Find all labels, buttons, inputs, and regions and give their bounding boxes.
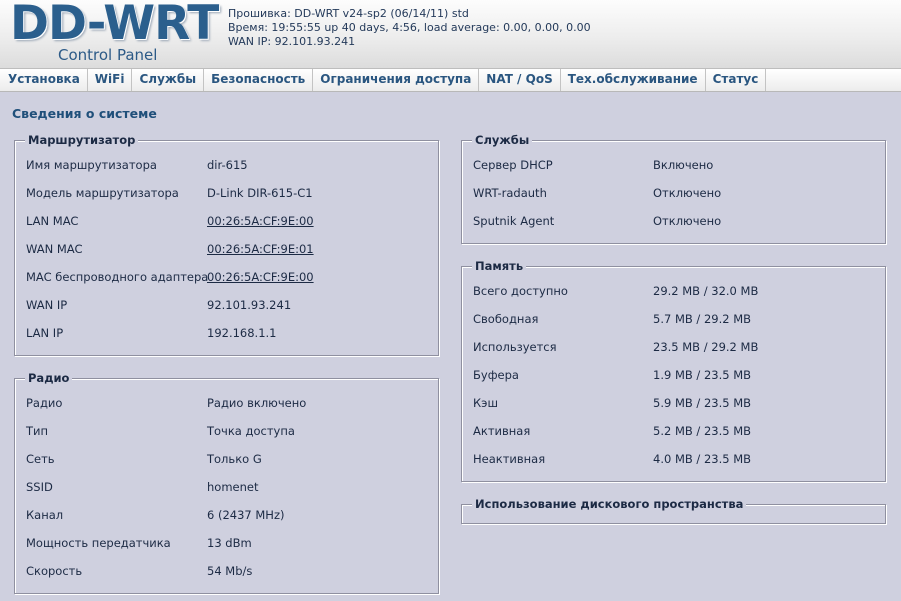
mem-buffers-value: 1.9 MB / 23.5 MB [653, 368, 752, 382]
radio-network-label: Сеть [26, 452, 55, 466]
radio-legend: Радио [25, 371, 73, 385]
router-model-label: Модель маршрутизатора [26, 186, 179, 200]
dhcp-label: Сервер DHCP [473, 158, 553, 172]
tab-setup[interactable]: Установка [0, 69, 88, 91]
tab-nat-qos[interactable]: NAT / QoS [479, 69, 561, 91]
services-fieldset: Службы Сервер DHCP Включено WRT-radauth … [461, 133, 886, 244]
channel-label: Канал [26, 508, 64, 522]
tab-administration[interactable]: Тех.обслуживание [561, 69, 706, 91]
dhcp-value: Включено [653, 158, 714, 172]
router-model-value: D-Link DIR-615-C1 [207, 186, 313, 200]
wireless-mac-link[interactable]: 00:26:5A:CF:9E:00 [207, 269, 314, 285]
mem-cache-value: 5.9 MB / 23.5 MB [653, 396, 752, 410]
tx-power-value: 13 dBm [207, 536, 252, 550]
router-fieldset: Маршрутизатор Имя маршрутизатора dir-615… [14, 133, 439, 356]
mem-active-value: 5.2 MB / 23.5 MB [653, 424, 752, 438]
mem-used-value: 23.5 MB / 29.2 MB [653, 340, 759, 354]
radio-fieldset: Радио Радио Радио включено Тип Точка дос… [14, 371, 439, 594]
tab-security[interactable]: Безопасность [204, 69, 314, 91]
sputnik-label: Sputnik Agent [473, 214, 555, 228]
sputnik-value: Отключено [653, 214, 722, 228]
disk-usage-legend: Использование дискового пространства [472, 497, 747, 511]
wan-mac-label: WAN MAC [26, 242, 83, 256]
mem-inactive-label: Неактивная [473, 452, 546, 466]
mem-free-label: Свободная [473, 312, 539, 326]
dd-wrt-logo: DD-WRT [10, 0, 219, 51]
mem-used-label: Используется [473, 340, 557, 354]
memory-legend: Память [472, 259, 527, 273]
radio-state-label: Радио [26, 396, 63, 410]
ssid-label: SSID [26, 480, 53, 494]
logo-subtitle: Control Panel [58, 46, 158, 64]
memory-fieldset: Память Всего доступно 29.2 MB / 32.0 MB … [461, 259, 886, 482]
mem-buffers-label: Буфера [473, 368, 519, 382]
mem-free-value: 5.7 MB / 29.2 MB [653, 312, 752, 326]
system-info: Прошивка: DD-WRT v24-sp2 (06/14/11) std … [228, 7, 591, 49]
router-name-label: Имя маршрутизатора [26, 158, 157, 172]
tab-status[interactable]: Статус [706, 69, 767, 91]
wan-ip-info: WAN IP: 92.101.93.241 [228, 35, 356, 48]
radio-state-value: Радио включено [207, 396, 307, 410]
radio-type-label: Тип [26, 424, 49, 438]
lan-ip-label: LAN IP [26, 326, 64, 340]
mem-total-value: 29.2 MB / 32.0 MB [653, 284, 759, 298]
tab-access-restrictions[interactable]: Ограничения доступа [313, 69, 480, 91]
router-name-value: dir-615 [207, 158, 248, 172]
radio-network-value: Только G [207, 452, 262, 466]
firmware-info: Прошивка: DD-WRT v24-sp2 (06/14/11) std [228, 7, 469, 20]
ssid-value: homenet [207, 480, 259, 494]
tab-services[interactable]: Службы [132, 69, 205, 91]
header: DD-WRT Control Panel Прошивка: DD-WRT v2… [0, 0, 901, 69]
wan-mac-link[interactable]: 00:26:5A:CF:9E:01 [207, 241, 314, 257]
channel-value: 6 (2437 MHz) [207, 508, 285, 522]
mem-total-label: Всего доступно [473, 284, 568, 298]
wan-ip-value: 92.101.93.241 [207, 298, 292, 312]
lan-mac-link[interactable]: 00:26:5A:CF:9E:00 [207, 213, 314, 229]
rate-value: 54 Mb/s [207, 564, 253, 578]
mem-inactive-value: 4.0 MB / 23.5 MB [653, 452, 752, 466]
mem-active-label: Активная [473, 424, 531, 438]
mem-cache-label: Кэш [473, 396, 498, 410]
services-legend: Службы [472, 133, 533, 147]
lan-ip-value: 192.168.1.1 [207, 326, 277, 340]
radio-type-value: Точка доступа [207, 424, 295, 438]
page-title: Сведения о системе [12, 106, 157, 121]
wireless-mac-label: MAC беспроводного адаптера [26, 270, 209, 284]
disk-usage-fieldset: Использование дискового пространства [461, 497, 886, 524]
router-legend: Маршрутизатор [25, 133, 139, 147]
rate-label: Скорость [26, 564, 83, 578]
main-navigation: Установка WiFi Службы Безопасность Огран… [0, 69, 901, 92]
wan-ip-label: WAN IP [26, 298, 68, 312]
radauth-label: WRT-radauth [473, 186, 547, 200]
tx-power-label: Мощность передатчика [26, 536, 171, 550]
tab-wifi[interactable]: WiFi [88, 69, 133, 91]
lan-mac-label: LAN MAC [26, 214, 79, 228]
radauth-value: Отключено [653, 186, 722, 200]
uptime-info: Время: 19:55:55 up 40 days, 4:56, load a… [228, 21, 591, 34]
